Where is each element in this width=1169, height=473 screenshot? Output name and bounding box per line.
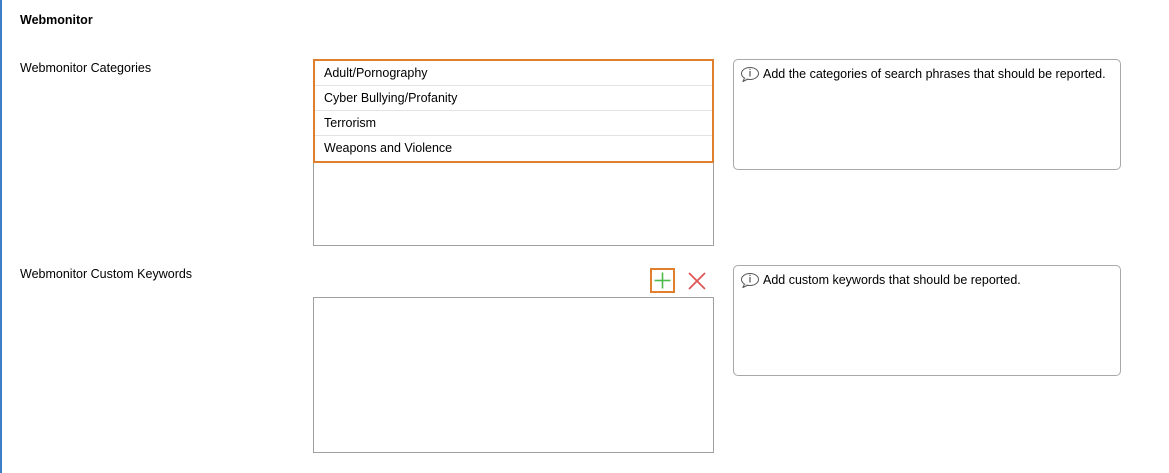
categories-label: Webmonitor Categories (20, 61, 152, 75)
delete-keyword-button[interactable] (684, 268, 709, 293)
categories-hint-text: Add the categories of search phrases tha… (763, 67, 1106, 81)
add-keyword-button[interactable] (650, 268, 675, 293)
list-item[interactable]: Weapons and Violence (315, 136, 712, 161)
plus-icon (654, 272, 671, 289)
speech-bubble-info-icon (740, 272, 760, 289)
list-item[interactable]: Cyber Bullying/Profanity (315, 86, 712, 111)
section-title: Webmonitor (20, 13, 93, 27)
list-item[interactable]: Adult/Pornography (315, 61, 712, 86)
speech-bubble-info-icon (740, 66, 760, 83)
window-edge (0, 0, 2, 473)
keywords-listbox[interactable] (313, 297, 714, 453)
categories-hint-box: Add the categories of search phrases tha… (733, 59, 1121, 170)
list-item[interactable]: Terrorism (315, 111, 712, 136)
keywords-hint-box: Add custom keywords that should be repor… (733, 265, 1121, 376)
keywords-hint-text: Add custom keywords that should be repor… (763, 273, 1021, 287)
x-icon (687, 271, 706, 290)
keywords-label: Webmonitor Custom Keywords (20, 267, 193, 281)
categories-selected-items[interactable]: Adult/Pornography Cyber Bullying/Profani… (313, 59, 714, 163)
